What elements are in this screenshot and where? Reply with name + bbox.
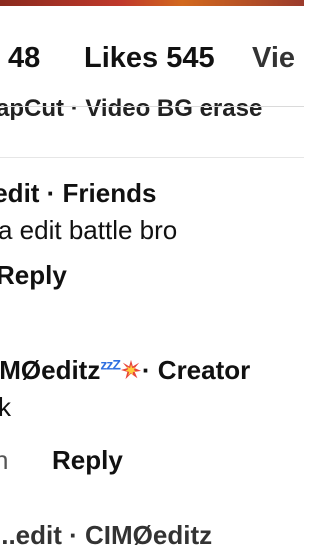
tab-likes[interactable]: Likes 545 — [84, 42, 215, 75]
tab-comments[interactable]: 48 — [8, 42, 40, 75]
reply-button[interactable]: Reply — [52, 445, 123, 476]
collision-icon — [120, 359, 141, 380]
comment-timestamp: h — [0, 445, 9, 475]
comment-author[interactable]: .edit · Friends — [0, 178, 304, 209]
section-divider — [0, 157, 304, 158]
capcut-banner-text: apCut · Video BG erase — [0, 95, 263, 120]
comment-item: IMØeditzzzZ · Creator k h Reply — [0, 355, 304, 477]
comment-actions: h Reply — [0, 445, 304, 477]
author-name: IMØeditz — [0, 355, 101, 385]
comment-text: a edit battle bro — [0, 215, 178, 245]
comment-actions: Reply — [0, 260, 304, 292]
comment-item: .edit · Friends a edit battle bro Reply — [0, 178, 304, 292]
sleep-emoji: zzZ — [100, 356, 121, 373]
tab-views[interactable]: Vie — [252, 42, 295, 75]
comment-author[interactable]: ...edit · CIMØeditz — [0, 520, 304, 551]
comment-author[interactable]: IMØeditzzzZ · Creator — [0, 355, 304, 386]
tabs-bar: 48 Likes 545 Vie — [0, 6, 304, 106]
creator-badge: · Creator — [141, 355, 251, 385]
tabs-divider — [0, 106, 304, 107]
capcut-banner[interactable]: apCut · Video BG erase — [0, 94, 304, 120]
comment-item: ...edit · CIMØeditz — [0, 520, 304, 551]
reply-button[interactable]: Reply — [0, 260, 67, 291]
comment-text: k — [0, 392, 11, 422]
